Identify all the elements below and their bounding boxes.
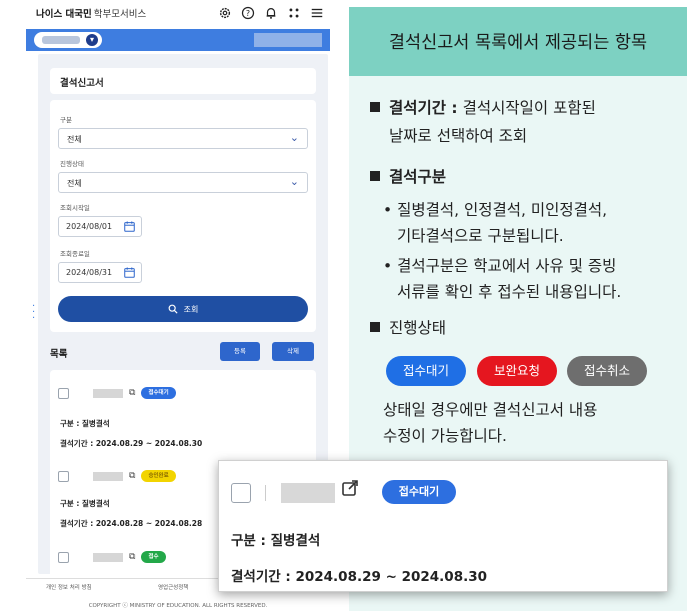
privacy-link[interactable]: 개인 정보 처리 방침 [46,583,92,591]
delete-button[interactable]: 삭제 [272,342,314,361]
copyright: COPYRIGHT ⓒ MINISTRY OF EDUCATION. ALL R… [88,603,268,609]
row-checkbox[interactable] [231,483,251,503]
absence-type: 구분 : 질병결석 [60,499,110,508]
end-date-value: 2024/08/31 [66,268,113,277]
external-link-icon[interactable]: ⧉ [129,388,135,398]
external-link-icon[interactable] [341,479,359,497]
page-title: 결석신고서 [60,78,104,89]
blurred-title [93,471,123,481]
status-select[interactable]: 전체 ⌄ [58,172,308,193]
list-item-header: ⧉ 접수 [58,551,166,563]
badge-revision: 보완요청 [477,356,557,386]
type-select-value: 전체 [67,135,82,144]
help-icon[interactable]: ? [241,6,255,20]
panel-header: 결석신고서 목록에서 제공되는 항목 [349,7,687,76]
status-badge: 승인완료 [141,470,176,482]
period-desc-2: 날짜로 선택하여 조회 [389,127,528,145]
student-bar: ▾ [26,29,330,51]
blurred-student-name [42,36,80,44]
svg-text:?: ? [246,9,250,18]
type-select[interactable]: 전체 ⌄ [58,128,308,149]
period-title: 결석기간 : [389,99,458,117]
page-title-card: 결석신고서 [50,68,316,94]
more-vertical-icon[interactable]: · · · [32,302,36,324]
type-bullet-1a: • 질병결석, 인정결석, 미인정결석, [383,201,608,219]
blurred-title [281,483,335,503]
search-button-label: 조회 [183,304,199,314]
square-bullet-icon [370,322,380,332]
badge-pending: 접수대기 [386,356,466,386]
chevron-down-icon: ▾ [86,34,98,46]
filter-card: 구분 전체 ⌄ 진행상태 전체 ⌄ 조회시작일 2024/08/01 조회종료일… [50,100,316,332]
badge-cancelled: 접수취소 [567,356,647,386]
app-header: 나이스 대국민 학부모서비스 ? [26,0,330,26]
status-badge: 접수대기 [382,480,456,504]
period-desc-1: 결석시작일이 포함된 [462,99,596,117]
list-heading: 목록 [50,349,68,360]
row-checkbox[interactable] [58,470,69,482]
status-title: 진행상태 [389,319,447,337]
blurred-title [93,388,123,398]
chevron-down-icon: ⌄ [289,175,299,188]
app-logo[interactable]: 나이스 대국민 학부모서비스 [36,6,146,20]
end-date-label: 조회종료일 [60,250,90,258]
service-name: 학부모서비스 [93,9,147,20]
blurred-title [93,552,123,562]
row-checkbox[interactable] [58,551,69,563]
external-link-icon[interactable]: ⧉ [129,552,135,562]
start-date-value: 2024/08/01 [66,222,113,231]
absence-type: 구분 : 질병결석 [231,533,321,549]
chevron-down-icon: ⌄ [289,131,299,144]
status-item: 진행상태 [370,316,446,340]
type-title: 결석구분 [389,168,447,186]
end-date-field[interactable]: 2024/08/31 [58,262,142,283]
type-label: 구분 [60,116,72,124]
absence-period: 결석기간 : 2024.08.29 ~ 2024.08.30 [231,569,487,585]
square-bullet-icon [370,171,380,181]
calendar-icon[interactable] [124,267,135,278]
bell-icon[interactable] [264,6,278,20]
policy-link[interactable]: 영업근성정책 [158,583,188,591]
status-desc-1: 상태일 경우에만 결석신고서 내용 [383,401,598,419]
type-item: 결석구분 [370,165,446,189]
status-select-value: 전체 [67,179,82,188]
start-date-label: 조회시작일 [60,204,90,212]
type-bullet-2b: 서류를 확인 후 접수된 내용입니다. [397,283,622,301]
gear-icon[interactable] [218,6,232,20]
register-button[interactable]: 등록 [220,342,260,361]
absence-period: 결석기간 : 2024.08.28 ~ 2024.08.28 [60,519,203,528]
period-item: 결석기간 : 결석시작일이 포함된 [370,96,596,120]
menu-icon[interactable] [310,6,324,20]
square-bullet-icon [370,102,380,112]
student-selector[interactable]: ▾ [34,32,102,48]
status-desc-2: 수정이 가능합니다. [383,427,507,445]
row-checkbox[interactable] [58,387,69,399]
type-bullet-2a: • 결석구분은 학교에서 사유 및 증빙 [383,257,617,275]
absence-period: 결석기간 : 2024.08.29 ~ 2024.08.30 [60,439,203,448]
start-date-field[interactable]: 2024/08/01 [58,216,142,237]
status-badge: 접수 [141,551,166,563]
panel-title: 결석신고서 목록에서 제공되는 항목 [388,33,648,53]
divider [265,485,266,501]
zoomed-list-item: 접수대기 구분 : 질병결석 결석기간 : 2024.08.29 ~ 2024.… [218,460,668,592]
status-badge: 접수대기 [141,387,176,399]
list-item-header: ⧉ 접수대기 [58,387,176,399]
apps-icon[interactable] [287,6,301,20]
type-bullet-1b: 기타결석으로 구분됩니다. [397,227,564,245]
list-item-header: ⧉ 승인완료 [58,470,176,482]
logo-text: 나이스 대국민 [36,9,92,20]
external-link-icon[interactable]: ⧉ [129,471,135,481]
blurred-school-name [254,33,322,47]
calendar-icon[interactable] [124,221,135,232]
search-icon [168,304,178,314]
absence-type: 구분 : 질병결석 [60,419,110,428]
status-label: 진행상태 [60,160,84,168]
search-button[interactable]: 조회 [58,296,308,322]
